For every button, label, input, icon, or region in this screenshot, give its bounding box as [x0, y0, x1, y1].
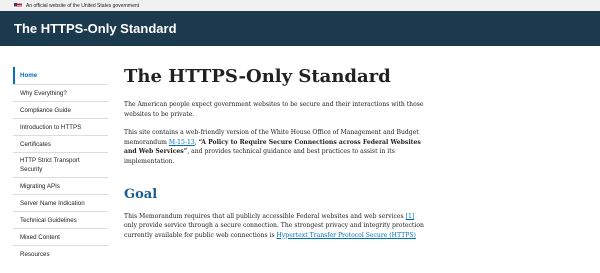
sidebar-item-label: Technical Guidelines — [20, 216, 77, 224]
sidebar-item-introduction-to-https[interactable]: Introduction to HTTPS — [13, 118, 108, 135]
gov-banner-text: An official website of the United States… — [26, 2, 140, 9]
sidebar-item-label: Introduction to HTTPS — [20, 123, 82, 131]
site-title[interactable]: The HTTPS-Only Standard — [14, 21, 177, 36]
gov-banner: An official website of the United States… — [0, 0, 600, 11]
sidebar-item-label: Migrating APIs — [20, 182, 60, 190]
sidebar-item-hsts[interactable]: HTTP Strict Transport Security — [13, 152, 108, 177]
sidebar-item-label: Compliance Guide — [20, 106, 71, 114]
sidebar-nav: Home Why Everything? Compliance Guide In… — [13, 67, 108, 262]
sidebar-item-label: Resources — [20, 250, 50, 258]
sidebar-item-home[interactable]: Home — [13, 67, 108, 84]
sidebar-item-label: HTTP Strict Transport Security — [20, 157, 80, 173]
intro-paragraph: The American people expect government we… — [124, 101, 424, 118]
sidebar-item-migrating-apis[interactable]: Migrating APIs — [13, 177, 108, 194]
sidebar-item-certificates[interactable]: Certificates — [13, 135, 108, 152]
goal-paragraph: This Memorandum requires that all public… — [124, 212, 424, 241]
footnote-ref-link[interactable]: [1] — [406, 213, 415, 220]
sidebar-item-resources[interactable]: Resources — [13, 245, 108, 262]
memo-paragraph: This site contains a web-friendly versio… — [124, 128, 424, 166]
sidebar-item-label: Mixed Content — [20, 233, 60, 241]
sidebar-item-technical-guidelines[interactable]: Technical Guidelines — [13, 211, 108, 228]
goal-heading: Goal — [124, 186, 158, 202]
sidebar-item-label: Certificates — [20, 140, 51, 148]
sidebar-item-server-name-indication[interactable]: Server Name Indication — [13, 194, 108, 211]
sidebar-item-label: Server Name Indication — [20, 199, 85, 207]
https-link[interactable]: Hypertext Transfer Protocol Secure (HTTP… — [277, 232, 416, 239]
page-title: The HTTPS-Only Standard — [124, 66, 391, 87]
memo-link[interactable]: M-15-13 — [169, 139, 195, 146]
sidebar-item-why-everything[interactable]: Why Everything? — [13, 84, 108, 101]
sidebar-item-label: Why Everything? — [20, 89, 67, 97]
sidebar-item-mixed-content[interactable]: Mixed Content — [13, 228, 108, 245]
us-flag-icon — [14, 3, 22, 8]
main-content: The HTTPS-Only Standard The American peo… — [124, 62, 424, 240]
goal-text-start: This Memorandum requires that all public… — [124, 212, 406, 220]
site-header: The HTTPS-Only Standard — [0, 11, 600, 46]
sidebar-item-label: Home — [20, 72, 38, 79]
sidebar-item-compliance-guide[interactable]: Compliance Guide — [13, 101, 108, 118]
